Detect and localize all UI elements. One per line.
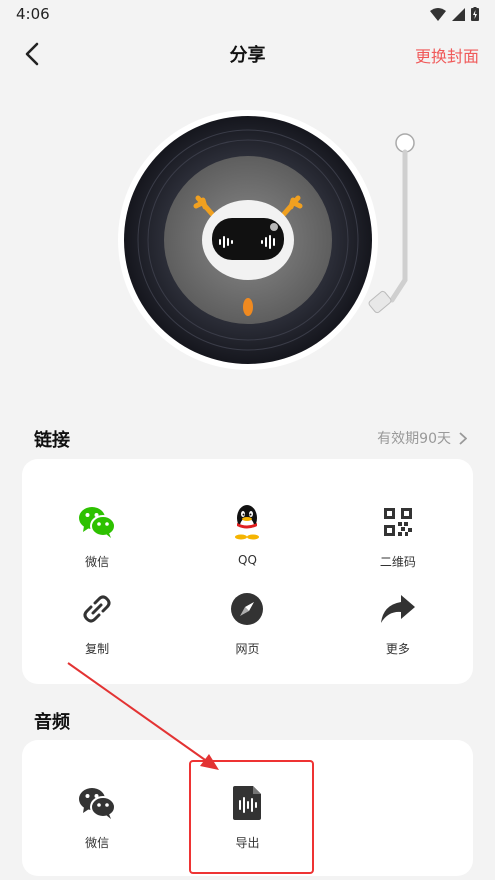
chevron-left-icon xyxy=(25,42,39,66)
audio-section-title: 音频 xyxy=(34,712,70,733)
status-icons xyxy=(430,7,479,21)
copy-link[interactable]: 复制 xyxy=(22,590,172,657)
page-title: 分享 xyxy=(229,45,266,66)
qrcode-icon xyxy=(379,503,417,541)
audio-wechat-label: 微信 xyxy=(85,836,110,850)
back-button[interactable] xyxy=(18,40,46,68)
validity-period[interactable]: 有效期90天 xyxy=(377,428,467,448)
link-icon xyxy=(78,590,116,628)
open-webpage[interactable]: 网页 xyxy=(172,590,322,657)
share-more[interactable]: 更多 xyxy=(323,590,473,657)
wechat-label: 微信 xyxy=(85,555,110,569)
audio-share-card: 微信 导出 xyxy=(22,740,473,876)
record-player-illustration xyxy=(0,90,495,390)
share-audio-wechat[interactable]: 微信 xyxy=(22,784,172,851)
link-share-card: 微信 QQ 二维码 复制 网页 更多 xyxy=(22,459,473,684)
status-time: 4:06 xyxy=(16,5,50,23)
copy-label: 复制 xyxy=(85,642,110,656)
compass-icon xyxy=(228,590,266,628)
wechat-icon xyxy=(78,503,117,541)
webpage-label: 网页 xyxy=(235,642,260,656)
wechat-icon xyxy=(78,784,117,822)
chevron-right-icon xyxy=(459,431,467,445)
empty-slot xyxy=(323,784,473,851)
audio-file-icon xyxy=(228,784,266,822)
change-cover-button[interactable]: 更换封面 xyxy=(415,43,479,67)
audio-share-grid: 微信 导出 xyxy=(22,740,473,851)
export-label: 导出 xyxy=(235,836,260,850)
wifi-icon xyxy=(430,7,446,21)
top-navbar: 分享 更换封面 xyxy=(0,28,495,80)
status-bar: 4:06 xyxy=(0,0,495,28)
validity-label: 有效期90天 xyxy=(377,431,451,447)
qrcode-label: 二维码 xyxy=(379,555,416,569)
signal-icon xyxy=(452,7,465,21)
share-qq-link[interactable]: QQ xyxy=(172,503,322,570)
share-wechat-link[interactable]: 微信 xyxy=(22,503,172,570)
more-label: 更多 xyxy=(385,642,410,656)
link-share-grid: 微信 QQ 二维码 复制 网页 更多 xyxy=(22,459,473,657)
qq-icon xyxy=(228,503,266,541)
qq-label: QQ xyxy=(238,553,257,567)
link-section-title: 链接 xyxy=(34,430,70,451)
share-forward-icon xyxy=(379,590,417,628)
battery-icon xyxy=(471,7,479,21)
export-audio-button[interactable]: 导出 xyxy=(172,784,322,851)
share-qrcode[interactable]: 二维码 xyxy=(323,503,473,570)
